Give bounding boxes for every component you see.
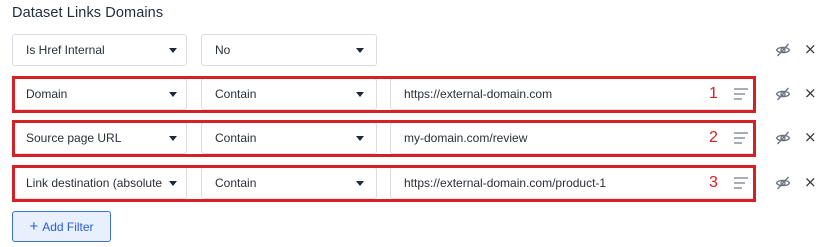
caret-down-icon	[356, 181, 364, 186]
value-input-text: my-domain.com/review	[404, 131, 528, 145]
eye-off-icon[interactable]	[775, 130, 791, 146]
eye-off-icon[interactable]	[775, 175, 791, 191]
caret-down-icon	[356, 48, 364, 53]
annotation-number: 3	[709, 174, 718, 191]
add-filter-button[interactable]: + Add Filter	[12, 211, 111, 242]
eye-off-icon[interactable]	[775, 86, 791, 102]
annotation-number: 1	[709, 85, 718, 102]
close-icon[interactable]: ×	[804, 173, 817, 191]
filter-row: Source page URL Contain my-domain.com/re…	[12, 120, 827, 157]
caret-down-icon	[356, 92, 364, 97]
add-filter-label: Add Filter	[42, 219, 94, 234]
drag-handle-icon[interactable]	[734, 177, 748, 191]
filter-row: Domain Contain https://external-domain.c…	[12, 76, 827, 113]
close-icon[interactable]: ×	[804, 128, 817, 146]
field-select-value: Source page URL	[26, 131, 122, 145]
caret-down-icon	[356, 136, 364, 141]
field-select-value: Is Href Internal	[26, 43, 105, 57]
operator-select[interactable]: Contain	[201, 167, 377, 199]
drag-handle-icon[interactable]	[734, 132, 748, 146]
operator-select[interactable]: No	[201, 34, 377, 66]
plus-icon: +	[29, 217, 39, 235]
caret-down-icon	[169, 136, 177, 141]
operator-select-value: Contain	[215, 176, 257, 190]
field-select-value: Link destination (absolute	[26, 176, 163, 190]
section-title: Dataset Links Domains	[12, 5, 164, 21]
annotation-number: 2	[709, 129, 718, 146]
filter-row: Link destination (absolute Contain https…	[12, 165, 827, 202]
value-input[interactable]: https://external-domain.com/product-1 3	[390, 167, 754, 199]
close-icon[interactable]: ×	[804, 40, 817, 58]
value-input-text: https://external-domain.com	[404, 87, 553, 101]
operator-select-value: Contain	[215, 87, 257, 101]
caret-down-icon	[169, 48, 177, 53]
close-icon[interactable]: ×	[804, 84, 817, 102]
drag-handle-icon[interactable]	[734, 88, 748, 102]
caret-down-icon	[169, 92, 177, 97]
operator-select-value: No	[215, 43, 231, 57]
field-select[interactable]: Source page URL	[12, 122, 187, 154]
operator-select[interactable]: Contain	[201, 78, 377, 110]
operator-select-value: Contain	[215, 131, 257, 145]
value-input[interactable]: my-domain.com/review 2	[390, 122, 754, 154]
field-select[interactable]: Link destination (absolute	[12, 167, 187, 199]
field-select[interactable]: Domain	[12, 78, 187, 110]
field-select-value: Domain	[26, 87, 68, 101]
value-input-text: https://external-domain.com/product-1	[404, 176, 607, 190]
field-select[interactable]: Is Href Internal	[12, 34, 187, 66]
eye-off-icon[interactable]	[775, 42, 791, 58]
value-input[interactable]: https://external-domain.com 1	[390, 78, 754, 110]
operator-select[interactable]: Contain	[201, 122, 377, 154]
caret-down-icon	[169, 181, 177, 186]
filter-row: Is Href Internal No ×	[12, 34, 827, 68]
